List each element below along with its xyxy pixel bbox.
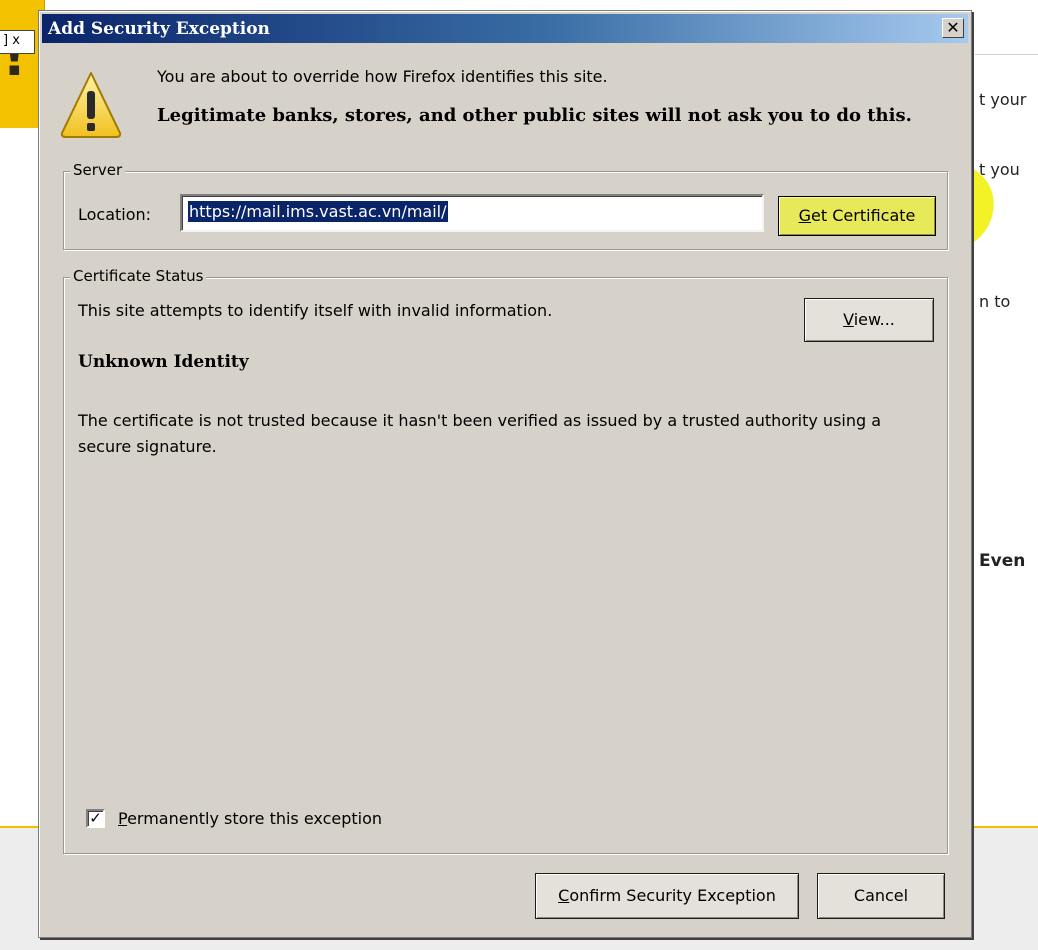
close-button[interactable]: ✕ [942,18,964,38]
cancel-button[interactable]: Cancel [817,873,945,919]
checkmark-icon: ✓ [89,809,102,827]
location-input[interactable]: https://mail.ims.vast.ac.vn/mail/ [180,194,764,232]
add-security-exception-dialog: Add Security Exception ✕ You are about t… [38,10,972,938]
certificate-status-legend: Certificate Status [70,267,207,285]
permanent-store-label-text: ermanently store this exception [127,809,383,828]
background-text-fragment: t you [979,160,1020,179]
get-certificate-button[interactable]: Get Certificate [778,196,936,236]
identity-heading: Unknown Identity [78,352,249,372]
confirm-access-key: C [558,886,570,905]
background-text-fragment: t your [979,90,1027,109]
view-access-key: V [843,310,854,329]
location-input-value: https://mail.ims.vast.ac.vn/mail/ [188,201,448,222]
certificate-status-group: Certificate Status This site attempts to… [63,267,948,854]
identity-description: The certificate is not trusted because i… [78,411,882,456]
get-certificate-label: et Certificate [811,206,916,225]
dialog-title: Add Security Exception [48,19,270,39]
intro-warning-message: Legitimate banks, stores, and other publ… [157,105,912,126]
background-text-fragment: n to [979,292,1011,311]
permanent-store-label[interactable]: Permanently store this exception [118,809,382,828]
background-text-fragment: Even [979,551,1026,571]
permanent-store-checkbox[interactable]: ✓ [86,809,105,828]
close-icon: ✕ [946,18,960,37]
warning-triangle-icon [60,72,122,138]
confirm-label: onfirm Security Exception [569,886,776,905]
confirm-security-exception-button[interactable]: Confirm Security Exception [535,873,799,919]
view-label: iew... [853,310,895,329]
server-group-legend: Server [70,161,126,179]
server-group: Server Location: https://mail.ims.vast.a… [63,161,948,250]
get-certificate-access-key: G [798,206,812,225]
location-label: Location: [78,205,152,224]
view-certificate-button[interactable]: View... [804,298,934,342]
screen: ! ] x t your t you n to Even Add Securit… [0,0,1038,950]
background-divider [975,54,1038,55]
certificate-status-message: This site attempts to identify itself wi… [78,301,553,320]
background-tab-fragment: ] x [0,30,35,54]
dialog-titlebar[interactable]: Add Security Exception ✕ [42,14,968,43]
intro-message: You are about to override how Firefox id… [157,67,608,86]
permanent-store-access-key: P [118,809,128,828]
